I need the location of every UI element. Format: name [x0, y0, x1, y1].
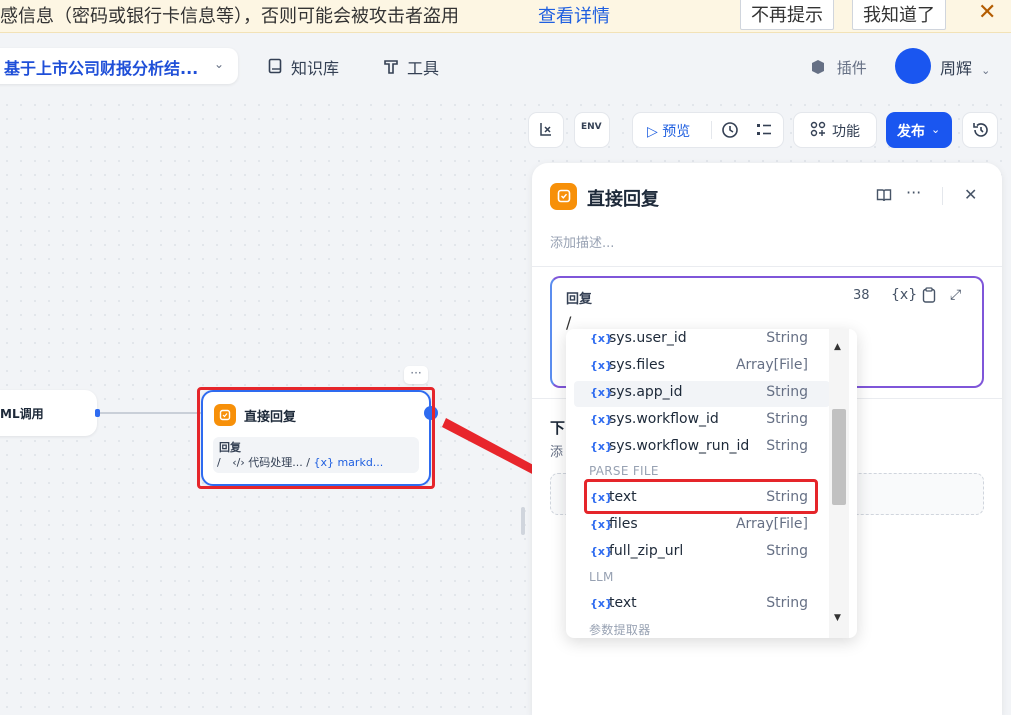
reply-node-icon [550, 183, 577, 210]
item-type: String [766, 595, 808, 611]
panel-title: 直接回复 [587, 189, 659, 210]
highlight-box-item [584, 479, 818, 514]
item-name: files [609, 516, 638, 532]
divider [942, 187, 943, 205]
expand-icon[interactable]: ⤢ [950, 287, 961, 303]
item-name: sys.workflow_run_id [609, 438, 750, 454]
more-icon[interactable]: ··· [906, 183, 921, 202]
item-name: sys.workflow_id [609, 411, 719, 427]
item-name: sys.files [609, 357, 665, 373]
scroll-down-icon[interactable]: ▼ [834, 613, 841, 623]
dropdown-item[interactable]: {x} full_zip_url String [574, 540, 830, 566]
item-type: String [766, 384, 808, 400]
dropdown-item[interactable]: {x} sys.app_id String [574, 381, 830, 407]
item-name: sys.user_id [609, 330, 687, 346]
dropdown-item[interactable]: {x} files Array[File] [574, 513, 830, 539]
scrollbar-thumb[interactable] [832, 409, 846, 505]
item-name: sys.app_id [609, 384, 683, 400]
item-type: Array[File] [735, 516, 808, 532]
description-input[interactable]: 添加描述... [550, 232, 614, 251]
dropdown-item[interactable]: {x} sys.workflow_run_id String [574, 435, 830, 461]
group-header: 参数提取器 [589, 623, 651, 637]
next-step-title: 下 [550, 419, 566, 437]
item-type: String [766, 438, 808, 454]
insert-variable-icon[interactable]: {x} [891, 287, 917, 303]
reply-label: 回复 [566, 292, 593, 307]
group-header: LLM [589, 570, 614, 584]
char-count: 38 [853, 288, 870, 303]
item-name: text [609, 595, 637, 611]
item-type: String [766, 411, 808, 427]
clipboard-icon[interactable] [922, 287, 936, 307]
docs-book-icon[interactable] [876, 187, 892, 207]
dropdown-item[interactable]: {x} sys.workflow_id String [574, 408, 830, 434]
item-name: full_zip_url [609, 543, 684, 559]
panel-resize-handle[interactable] [521, 507, 525, 535]
scroll-up-icon[interactable]: ▲ [834, 342, 841, 352]
divider [532, 266, 1002, 267]
dropdown-item[interactable]: {x} text String [574, 592, 830, 618]
dropdown-item[interactable]: {x} sys.user_id String [574, 329, 830, 353]
next-step-desc: 添 [550, 445, 564, 460]
item-type: String [766, 330, 808, 346]
item-type: String [766, 543, 808, 559]
close-icon[interactable]: ✕ [964, 185, 977, 204]
dropdown-item[interactable]: {x} sys.files Array[File] [574, 354, 830, 380]
dropdown-scrollbar[interactable]: ▲ ▼ [829, 329, 849, 638]
item-type: Array[File] [735, 357, 808, 373]
group-header: PARSE FILE [589, 464, 659, 478]
